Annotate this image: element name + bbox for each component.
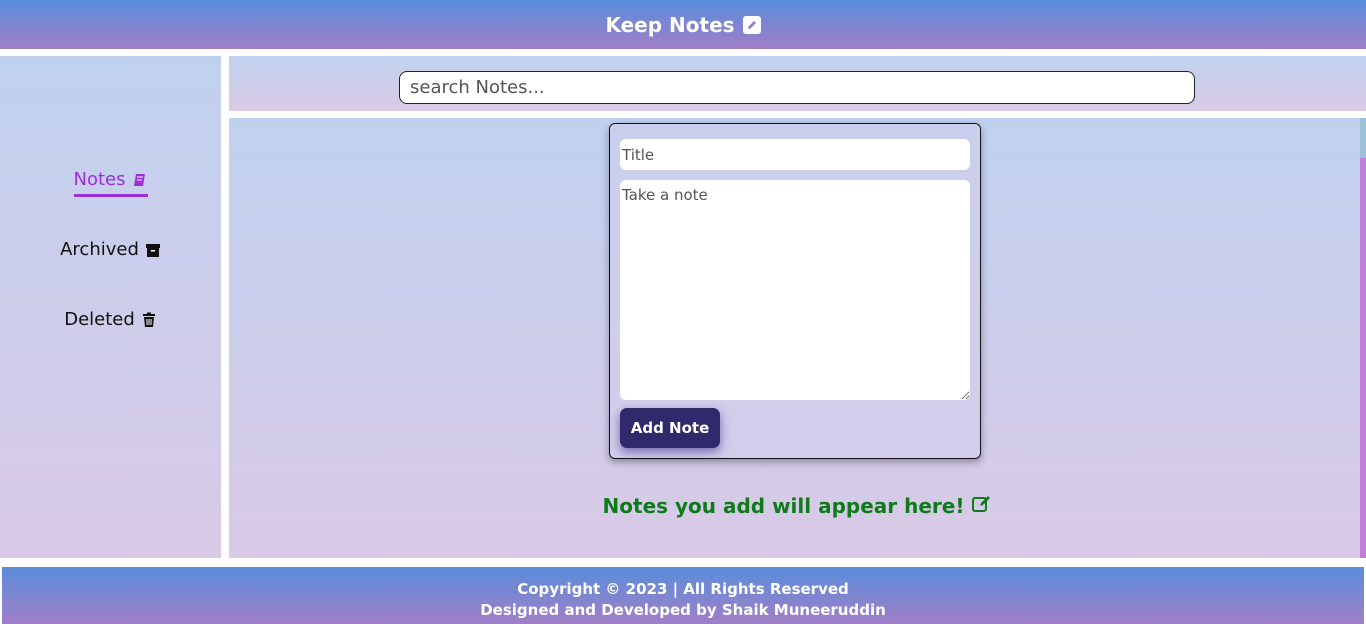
add-note-button[interactable]: Add Note <box>620 408 720 448</box>
book-icon <box>132 172 148 188</box>
search-bar <box>229 56 1366 111</box>
archive-box-icon <box>145 242 161 258</box>
sidebar: Notes Archived Deleted <box>0 56 221 558</box>
footer-credits: Designed and Developed by Shaik Muneerud… <box>480 601 886 619</box>
note-form: Add Note <box>609 123 981 459</box>
search-input[interactable] <box>399 71 1195 104</box>
note-body-textarea[interactable] <box>620 180 970 400</box>
sidebar-item-label: Archived <box>60 239 139 260</box>
footer: Copyright © 2023 | All Rights Reserved D… <box>2 567 1364 624</box>
scrollbar-thumb[interactable] <box>1360 118 1366 158</box>
app-header: Keep Notes <box>0 0 1366 49</box>
sidebar-item-notes[interactable]: Notes <box>0 169 221 197</box>
sidebar-item-deleted[interactable]: Deleted <box>0 309 221 334</box>
empty-message-text: Notes you add will appear here! <box>602 494 965 518</box>
edit-square-icon <box>742 15 761 34</box>
app-title: Keep Notes <box>605 12 735 37</box>
note-title-input[interactable] <box>620 139 970 170</box>
sidebar-item-label: Deleted <box>64 309 135 330</box>
empty-notes-message: Notes you add will appear here! <box>229 494 1366 518</box>
edit-icon <box>972 494 992 518</box>
sidebar-item-archived[interactable]: Archived <box>0 239 221 264</box>
sidebar-item-label: Notes <box>73 169 126 190</box>
footer-copyright: Copyright © 2023 | All Rights Reserved <box>517 580 849 598</box>
main-content: Add Note Notes you add will appear here! <box>229 118 1366 558</box>
scrollbar[interactable] <box>1360 118 1366 558</box>
trash-icon <box>141 312 157 328</box>
